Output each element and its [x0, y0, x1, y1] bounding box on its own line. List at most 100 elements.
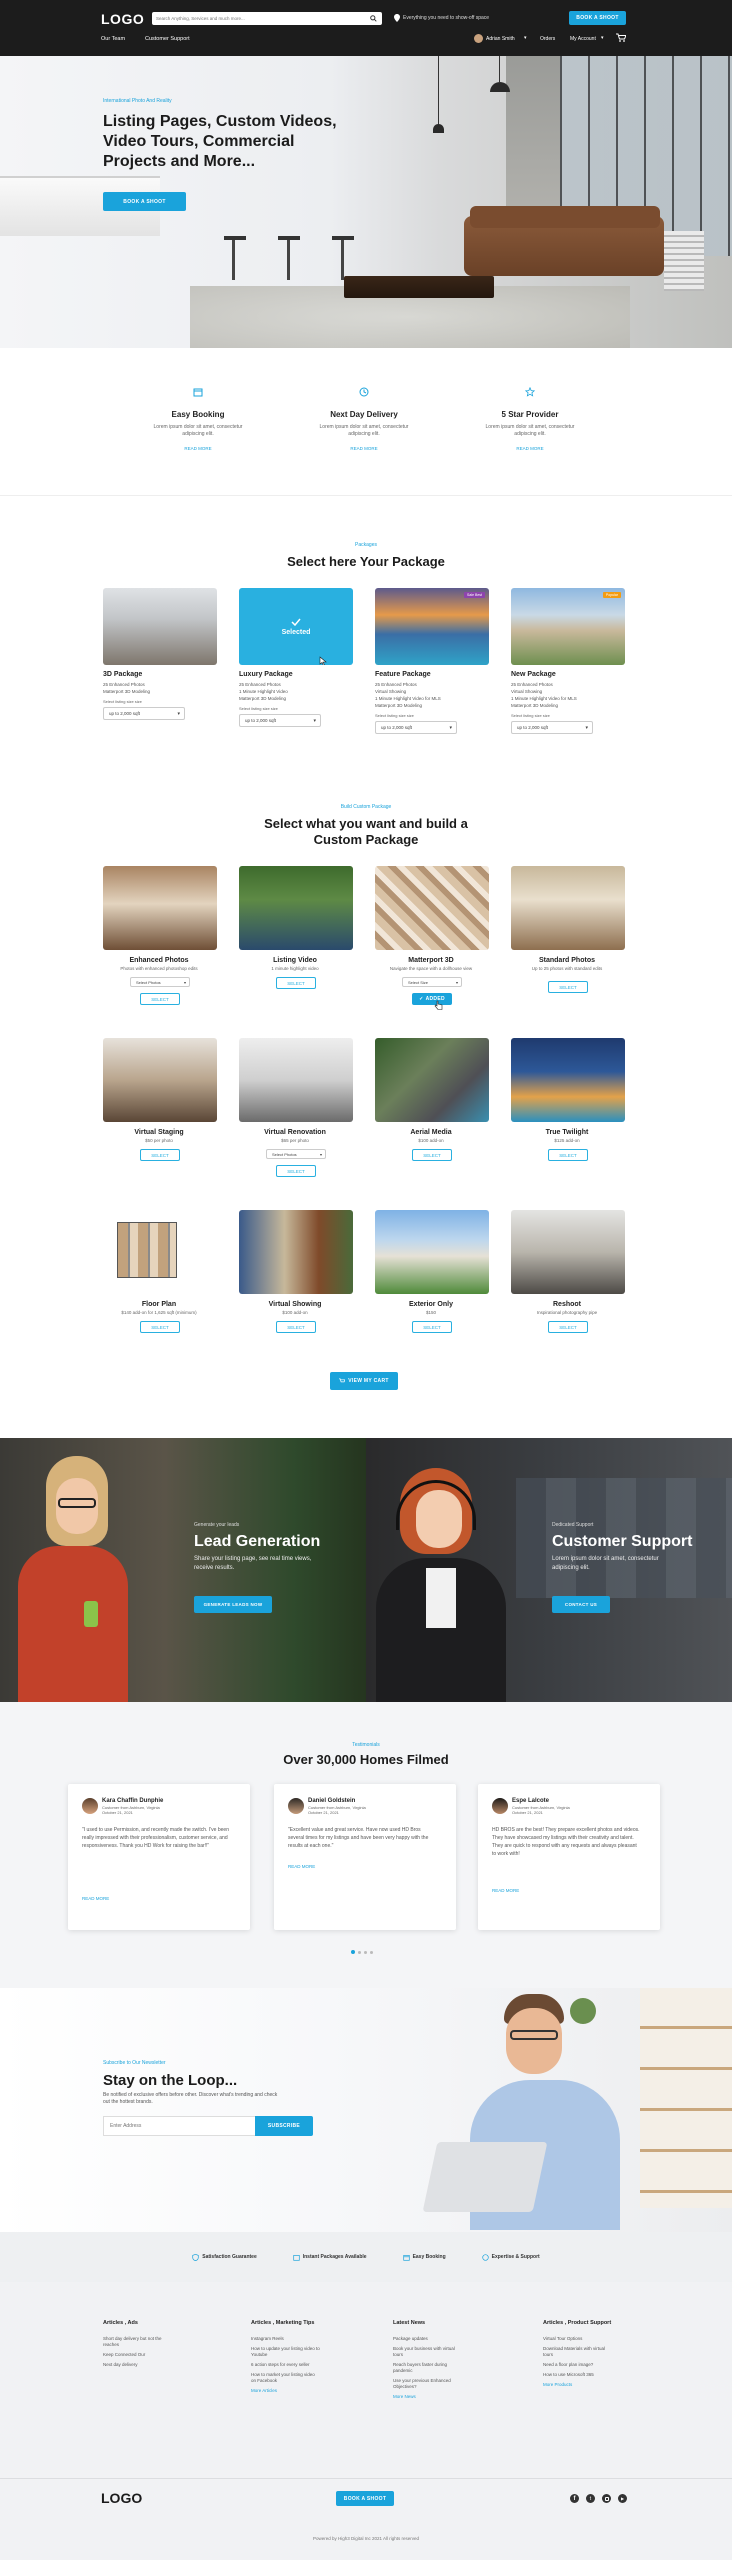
select-button[interactable]: Select — [412, 1149, 452, 1161]
search-bar[interactable] — [152, 12, 382, 25]
size-select[interactable]: up to 2,000 sqft ▾ — [375, 721, 457, 734]
footer-logo[interactable]: LOGO — [101, 2490, 142, 2506]
more-articles-link[interactable]: More Articles — [251, 2388, 371, 2394]
email-field[interactable] — [103, 2116, 255, 2136]
select-button[interactable]: Select — [412, 1321, 452, 1333]
size-select[interactable]: up to 2,000 sqft ▾ — [103, 707, 185, 720]
package-card[interactable]: Popular New Package 25 Enhanced Photos V… — [511, 588, 625, 734]
select-button[interactable]: Select — [276, 1165, 316, 1177]
custom-item[interactable]: Aerial Media $100 add-on Select — [375, 1038, 489, 1161]
custom-item-image[interactable] — [239, 1210, 353, 1294]
carousel-dot[interactable] — [358, 1950, 361, 1954]
custom-item[interactable]: Virtual Showing $100 add-on Select — [239, 1210, 353, 1333]
footer-link[interactable]: Book your business with virtual tours — [393, 2346, 465, 2358]
select-button[interactable]: Select — [140, 1149, 180, 1161]
footer-link[interactable]: 6 action steps for every seller — [251, 2362, 321, 2368]
user-name[interactable]: Adrian Smith — [486, 36, 515, 42]
footer-link[interactable]: Short day delivery but not the reaches — [103, 2336, 173, 2348]
custom-item[interactable]: Standard Photos Up to 25 photos with sta… — [511, 866, 625, 993]
avatar[interactable] — [474, 34, 483, 43]
search-icon[interactable] — [370, 15, 377, 22]
custom-item[interactable]: Enhanced Photos Photos with enhanced pho… — [103, 866, 217, 1005]
instagram-icon[interactable] — [602, 2494, 611, 2503]
nav-my-account[interactable]: My Account — [570, 36, 596, 42]
footer-book-button[interactable]: BOOK A SHOOT — [336, 2491, 394, 2506]
photo-count-select[interactable]: Select Photos ▾ — [266, 1149, 326, 1159]
footer-link[interactable]: Use your previous Enhanced Objectives? — [393, 2378, 465, 2390]
footer-link[interactable]: Need a floor plan image? — [543, 2362, 663, 2368]
package-image-selected[interactable]: Selected — [239, 588, 353, 665]
custom-item[interactable]: Exterior Only $150 Select — [375, 1210, 489, 1333]
more-news-link[interactable]: More News — [393, 2394, 513, 2400]
custom-item[interactable]: Floor Plan $140 add-on for 1,625 sqft (m… — [103, 1210, 217, 1333]
footer-link[interactable]: Download Materials with virtual tours — [543, 2346, 615, 2358]
nav-our-team[interactable]: Our Team — [101, 36, 125, 42]
contact-us-button[interactable]: CONTACT US — [552, 1596, 610, 1613]
footer-link[interactable]: Reach buyers faster during pandemic — [393, 2362, 465, 2374]
size-select[interactable]: up to 2,000 sqft ▾ — [511, 721, 593, 734]
twitter-icon[interactable]: t — [586, 2494, 595, 2503]
nav-customer-support[interactable]: Customer Support — [145, 36, 190, 42]
cart-icon[interactable] — [616, 33, 626, 42]
more-products-link[interactable]: More Products — [543, 2382, 663, 2388]
custom-item[interactable]: True Twilight $125 add-on Select — [511, 1038, 625, 1161]
search-input[interactable] — [156, 14, 361, 23]
facebook-icon[interactable]: f — [570, 2494, 579, 2503]
custom-item[interactable]: Virtual Renovation $65 per photo Select … — [239, 1038, 353, 1177]
added-button[interactable]: ✓ Added — [412, 993, 452, 1010]
custom-item-image[interactable] — [511, 1038, 625, 1122]
custom-item[interactable]: Matterport 3D Navigate the space with a … — [375, 866, 489, 1010]
custom-item-image[interactable] — [239, 1038, 353, 1122]
custom-item-image[interactable] — [511, 1210, 625, 1294]
select-button[interactable]: Select — [140, 1321, 180, 1333]
select-button[interactable]: Select — [548, 1149, 588, 1161]
book-shoot-button[interactable]: BOOK A SHOOT — [569, 11, 626, 25]
carousel-dot[interactable] — [370, 1950, 373, 1954]
subscribe-button[interactable]: SUBSCRIBE — [255, 2116, 313, 2136]
package-image[interactable] — [103, 588, 217, 665]
footer-link[interactable]: Instagram Reels — [251, 2336, 371, 2342]
size-select[interactable]: up to 2,000 sqft ▾ — [239, 714, 321, 727]
footer-link[interactable]: Next day delivery — [103, 2362, 223, 2368]
select-button[interactable]: Select — [276, 977, 316, 989]
custom-item-image[interactable] — [375, 1210, 489, 1294]
generate-leads-button[interactable]: GENERATE LEADS NOW — [194, 1596, 272, 1613]
package-card[interactable]: Selected Luxury Package 25 Enhanced Phot… — [239, 588, 353, 727]
select-button[interactable]: Select — [140, 993, 180, 1005]
read-more-link[interactable]: Read more — [82, 1896, 109, 1901]
footer-link[interactable]: How to use Microsoft 365 — [543, 2372, 663, 2378]
footer-link[interactable]: How to market your listing video on Face… — [251, 2372, 321, 2384]
custom-item-image[interactable] — [375, 866, 489, 950]
feature-link[interactable]: Read more — [450, 446, 610, 451]
custom-item[interactable]: Reshoot Inspirational photography pipe S… — [511, 1210, 625, 1333]
footer-link[interactable]: Package updates — [393, 2336, 513, 2342]
size-select[interactable]: Select Size ▾ — [402, 977, 462, 987]
nav-orders[interactable]: Orders — [540, 36, 555, 42]
select-button[interactable]: Select — [276, 1321, 316, 1333]
custom-item[interactable]: Listing Video 1 minute highlight video S… — [239, 866, 353, 989]
package-image[interactable]: Sale Best — [375, 588, 489, 665]
custom-item-image[interactable] — [375, 1038, 489, 1122]
select-button[interactable]: Select — [548, 981, 588, 993]
carousel-dot-active[interactable] — [351, 1950, 355, 1954]
carousel-dot[interactable] — [364, 1950, 367, 1954]
package-card[interactable]: Sale Best Feature Package 25 Enhanced Ph… — [375, 588, 489, 734]
youtube-icon[interactable]: ▶ — [618, 2494, 627, 2503]
footer-link[interactable]: How to update your listing video to Yout… — [251, 2346, 321, 2358]
custom-item-image[interactable] — [511, 866, 625, 950]
footer-link[interactable]: Virtual Tour Options — [543, 2336, 663, 2342]
hero-book-button[interactable]: BOOK A SHOOT — [103, 192, 186, 211]
footer-link[interactable]: Keep Connected Our — [103, 2352, 223, 2358]
read-more-link[interactable]: Read more — [492, 1888, 519, 1893]
package-image[interactable]: Popular — [511, 588, 625, 665]
custom-item-image[interactable] — [239, 866, 353, 950]
select-button[interactable]: Select — [548, 1321, 588, 1333]
photo-count-select[interactable]: Select Photos ▾ — [130, 977, 190, 987]
package-card[interactable]: 3D Package 25 Enhanced Photos Matterport… — [103, 588, 217, 720]
feature-link[interactable]: Read more — [284, 446, 444, 451]
feature-link[interactable]: Read more — [118, 446, 278, 451]
view-cart-button[interactable]: VIEW MY CART — [330, 1372, 398, 1390]
custom-item[interactable]: Virtual Staging $50 per photo Select — [103, 1038, 217, 1161]
read-more-link[interactable]: Read more — [288, 1864, 315, 1869]
custom-item-image[interactable] — [103, 1210, 217, 1294]
